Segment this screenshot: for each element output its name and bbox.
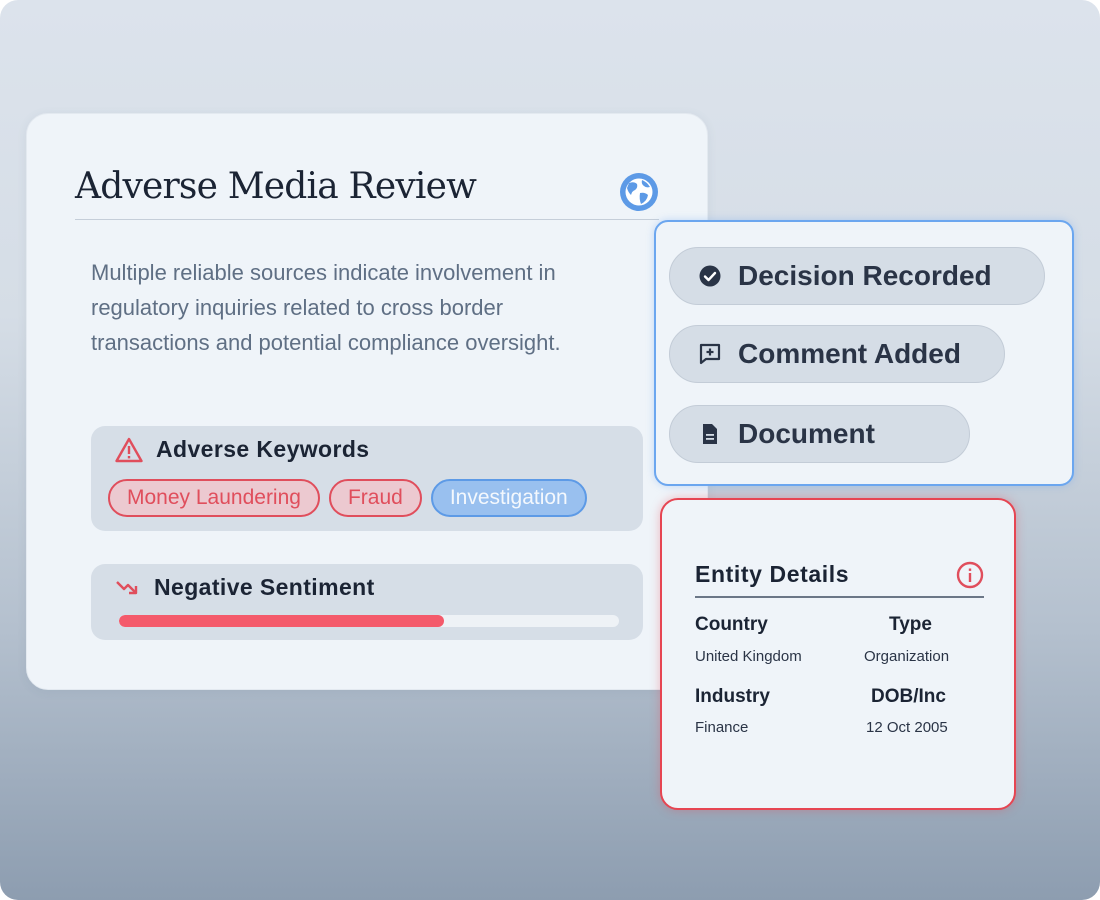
activity-panel: Decision Recorded Comment Added Document bbox=[654, 220, 1074, 486]
type-value: Organization bbox=[864, 648, 950, 665]
negative-sentiment-panel: Negative Sentiment bbox=[91, 564, 643, 640]
entity-details-card: Entity Details Country United Kingdom Ty… bbox=[660, 498, 1016, 810]
keyword-chip-fraud[interactable]: Fraud bbox=[328, 479, 422, 517]
card-title: Adverse Media Review bbox=[75, 166, 477, 207]
entity-divider bbox=[695, 596, 984, 598]
review-description: Multiple reliable sources indicate invol… bbox=[91, 260, 561, 355]
check-circle-icon bbox=[699, 265, 721, 287]
keyword-chips: Money Laundering Fraud Investigation bbox=[108, 479, 587, 517]
country-label: Country bbox=[695, 614, 768, 635]
canvas: Adverse Media Review Multiple reliable s… bbox=[0, 0, 1100, 900]
document-icon bbox=[703, 424, 717, 444]
sentiment-heading: Negative Sentiment bbox=[154, 574, 375, 600]
keyword-chip-investigation[interactable]: Investigation bbox=[430, 479, 587, 517]
keyword-chip-money-laundering[interactable]: Money Laundering bbox=[108, 479, 320, 517]
sentiment-bar-fill bbox=[119, 615, 444, 627]
globe-icon[interactable] bbox=[618, 171, 660, 213]
industry-label: Industry bbox=[695, 686, 770, 707]
type-label: Type bbox=[889, 614, 932, 635]
comment-added-label: Comment Added bbox=[738, 338, 961, 369]
adverse-keywords-panel: Adverse Keywords Money Laundering Fraud … bbox=[91, 426, 643, 531]
comment-plus-icon bbox=[699, 343, 721, 365]
comment-added-button[interactable]: Comment Added bbox=[669, 325, 1005, 383]
decision-recorded-button[interactable]: Decision Recorded bbox=[669, 247, 1045, 305]
info-icon[interactable] bbox=[956, 561, 984, 589]
dob-label: DOB/Inc bbox=[871, 686, 946, 707]
dob-value: 12 Oct 2005 bbox=[866, 719, 948, 736]
entity-title: Entity Details bbox=[695, 561, 850, 587]
document-button[interactable]: Document bbox=[669, 405, 970, 463]
sentiment-bar bbox=[119, 615, 619, 627]
title-divider bbox=[75, 219, 659, 220]
warning-icon bbox=[115, 437, 143, 462]
trend-down-icon bbox=[116, 580, 138, 594]
document-label: Document bbox=[738, 418, 875, 449]
sentiment-header: Negative Sentiment bbox=[115, 574, 375, 601]
decision-recorded-label: Decision Recorded bbox=[738, 260, 992, 291]
country-value: United Kingdom bbox=[695, 648, 802, 665]
adverse-media-card: Adverse Media Review Multiple reliable s… bbox=[26, 113, 708, 690]
keywords-heading: Adverse Keywords bbox=[156, 436, 370, 462]
industry-value: Finance bbox=[695, 719, 749, 736]
keywords-header: Adverse Keywords bbox=[115, 436, 370, 463]
